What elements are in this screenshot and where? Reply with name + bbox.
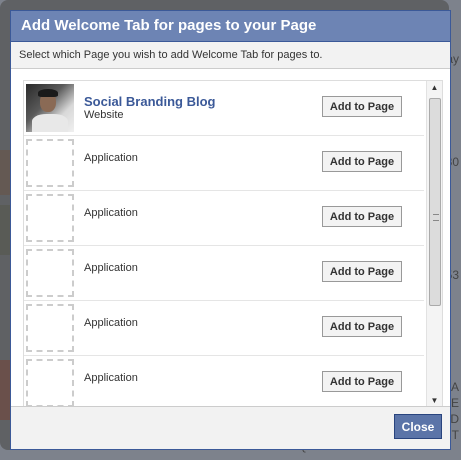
- scrollbar-thumb[interactable]: [429, 98, 441, 306]
- thumbnail-placeholder: [26, 359, 74, 407]
- list-item: Application Add to Page: [24, 356, 424, 408]
- dialog-subtitle: Select which Page you wish to add Welcom…: [11, 42, 450, 69]
- list-item: Application Add to Page: [24, 136, 424, 191]
- add-to-page-button[interactable]: Add to Page: [322, 316, 402, 337]
- page-type: Website: [84, 109, 124, 121]
- page-type: Application: [84, 317, 138, 329]
- dialog-footer: Close: [11, 406, 450, 449]
- list-item: Application Add to Page: [24, 301, 424, 356]
- add-to-page-button[interactable]: Add to Page: [322, 151, 402, 172]
- photo-shirt: [32, 114, 68, 132]
- page-list-container: Social Branding Blog Website Add to Page…: [23, 80, 443, 409]
- add-to-page-button[interactable]: Add to Page: [322, 371, 402, 392]
- add-tab-dialog: Add Welcome Tab for pages to your Page S…: [10, 10, 451, 450]
- vertical-scrollbar[interactable]: ▲ ▼: [426, 81, 442, 408]
- photo-hair: [38, 89, 58, 97]
- dialog-title: Add Welcome Tab for pages to your Page: [11, 11, 450, 42]
- thumbnail-placeholder: [26, 304, 74, 352]
- list-item: Application Add to Page: [24, 246, 424, 301]
- thumbnail-placeholder: [26, 194, 74, 242]
- close-button[interactable]: Close: [394, 414, 442, 439]
- add-to-page-button[interactable]: Add to Page: [322, 96, 402, 117]
- background-text: D: [450, 412, 459, 426]
- thumbnail-placeholder: [26, 139, 74, 187]
- add-to-page-button[interactable]: Add to Page: [322, 261, 402, 282]
- page-type: Application: [84, 207, 138, 219]
- page-name-link[interactable]: Social Branding Blog: [84, 94, 215, 109]
- list-item: Application Add to Page: [24, 191, 424, 246]
- scroll-grip-icon: [433, 214, 439, 221]
- background-text: T: [451, 428, 459, 442]
- thumbnail-placeholder: [26, 249, 74, 297]
- page-type: Application: [84, 372, 138, 384]
- scroll-up-arrow-icon[interactable]: ▲: [427, 81, 442, 95]
- page-list: Social Branding Blog Website Add to Page…: [24, 81, 424, 408]
- profile-photo: [26, 84, 74, 132]
- list-item: Social Branding Blog Website Add to Page: [24, 81, 424, 136]
- page-type: Application: [84, 152, 138, 164]
- add-to-page-button[interactable]: Add to Page: [322, 206, 402, 227]
- page-type: Application: [84, 262, 138, 274]
